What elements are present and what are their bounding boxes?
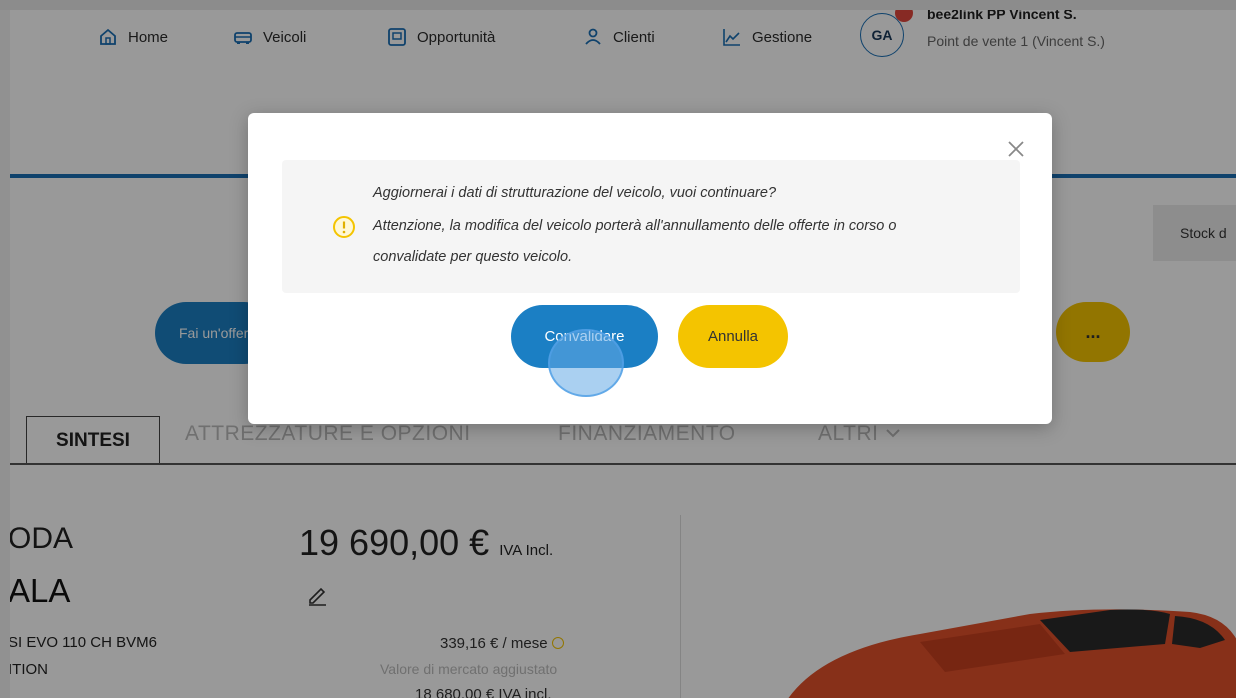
warning-message-box: Aggiornerai i dati di strutturazione del… [282,160,1020,293]
message-line-3: convalidate per questo veicolo. [373,249,573,265]
close-icon[interactable] [1005,138,1027,160]
confirm-button[interactable]: Convalidare [511,305,658,368]
message-line-2: Attenzione, la modifica del veicolo port… [373,218,897,234]
cancel-button[interactable]: Annulla [678,305,788,368]
confirmation-dialog: Aggiornerai i dati di strutturazione del… [248,113,1052,424]
warning-icon [333,216,355,238]
message-line-1: Aggiornerai i dati di strutturazione del… [373,185,777,201]
